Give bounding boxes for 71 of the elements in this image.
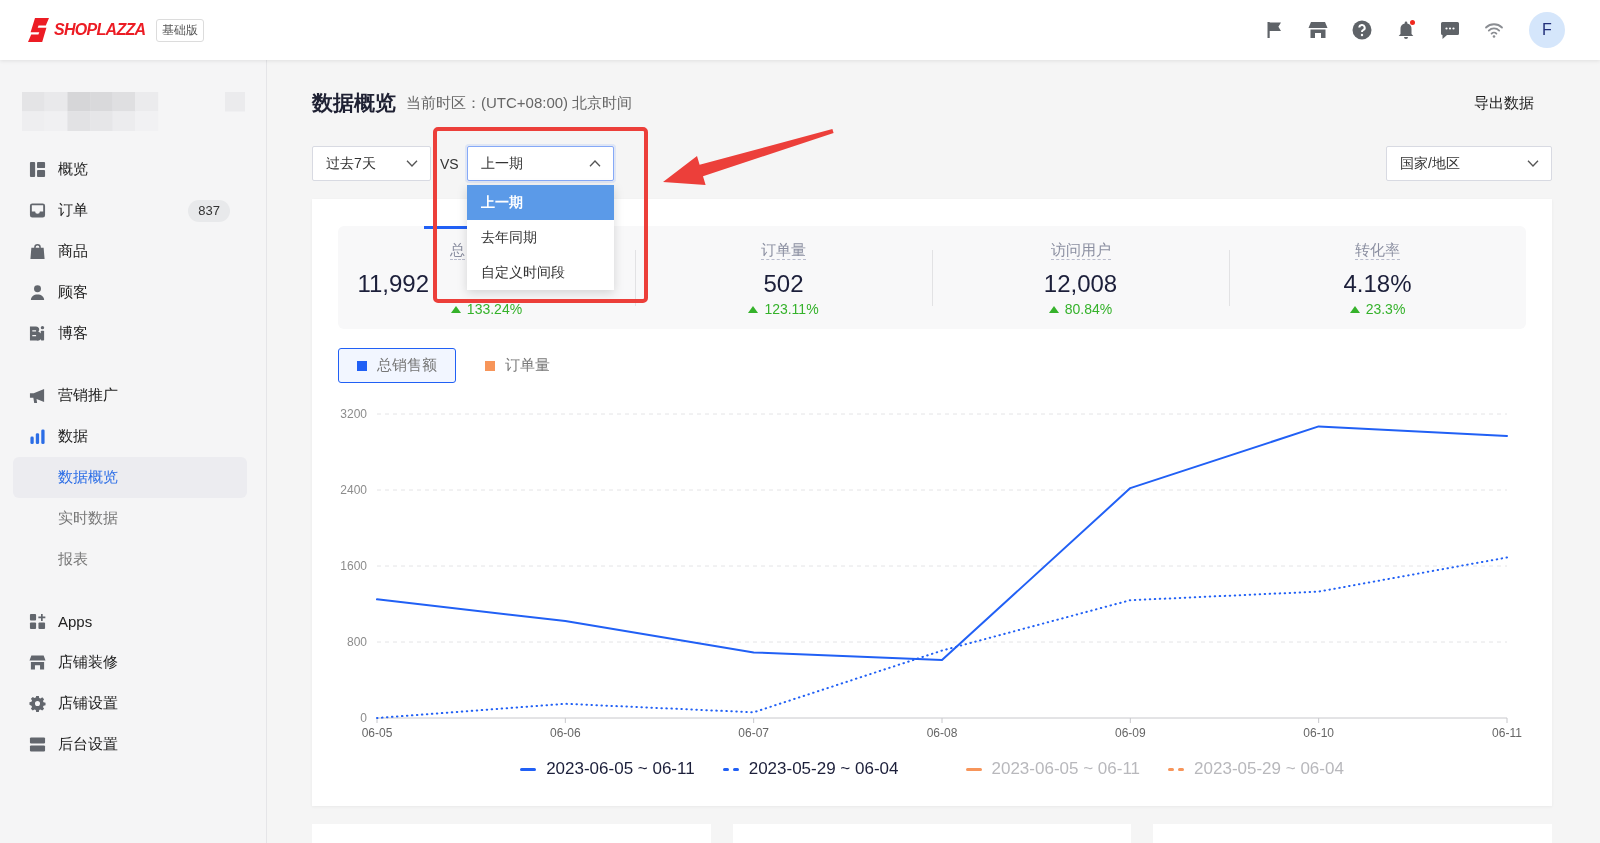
gear-icon	[29, 695, 46, 712]
nav-item[interactable]: Apps	[0, 601, 248, 642]
axis-label: 800	[346, 635, 367, 649]
nav-item[interactable]: 订单 837	[0, 190, 248, 231]
nav-subitem[interactable]: 报表	[13, 539, 247, 580]
nav-subitem[interactable]: 实时数据	[13, 498, 247, 539]
nav-item[interactable]: 店铺设置	[0, 683, 248, 724]
axis-label: 1600	[340, 559, 367, 573]
apps-icon	[29, 613, 46, 630]
legend-item[interactable]: 2023-06-05 ~ 06-11	[520, 759, 695, 779]
nav-item[interactable]: 店铺装修	[0, 642, 248, 683]
axis-label: 06-09	[1115, 726, 1146, 740]
axis-label: 06-05	[361, 726, 393, 740]
nav-item[interactable]: 商品	[0, 231, 248, 272]
store-icon[interactable]	[1308, 20, 1328, 40]
bar-chart-icon	[29, 428, 46, 445]
chevron-up-icon	[588, 160, 601, 167]
wifi-icon[interactable]	[1484, 20, 1504, 40]
axis-label: 06-10	[1303, 726, 1334, 740]
nav-item[interactable]: 营销推广	[0, 375, 248, 416]
export-button[interactable]: 导出数据	[1474, 93, 1534, 113]
blog-icon	[29, 325, 46, 342]
axis-label: 06-11	[1492, 726, 1522, 740]
vs-label: VS	[440, 155, 459, 172]
page-title: 数据概览	[312, 90, 396, 116]
count-badge: 837	[188, 199, 230, 222]
chat-icon[interactable]	[1440, 20, 1460, 40]
stat-change: 133.24%	[450, 300, 523, 318]
megaphone-icon	[29, 387, 46, 404]
axis-label: 06-06	[550, 726, 581, 740]
metric-toggle[interactable]: 订单量	[466, 348, 569, 383]
chevron-down-icon	[1527, 160, 1539, 167]
timezone-text: 当前时区：(UTC+08:00) 北京时间	[406, 93, 633, 113]
stat-value: 4.18%	[1343, 270, 1412, 298]
axis-label: 0	[360, 711, 367, 725]
nav-subitem[interactable]: 数据概览	[13, 457, 247, 498]
region-select[interactable]: 国家/地区	[1386, 146, 1552, 181]
bell-icon[interactable]	[1396, 20, 1416, 40]
brand-name: SHOPLAZZA	[54, 21, 146, 39]
period-select[interactable]: 过去7天	[312, 146, 431, 181]
axis-label: 3200	[340, 407, 367, 421]
stat-change: 23.3%	[1349, 300, 1406, 318]
person-icon	[29, 284, 46, 301]
dropdown-option[interactable]: 去年同期	[466, 220, 614, 255]
legend-item[interactable]: 2023-05-29 ~ 06-04	[722, 759, 899, 779]
compare-select[interactable]: 上一期	[466, 146, 614, 181]
axis-label: 06-08	[926, 726, 958, 740]
help-icon[interactable]	[1352, 20, 1372, 40]
stat-value: 11,992	[357, 270, 429, 298]
logo-icon	[27, 17, 50, 43]
chevron-down-icon	[406, 160, 418, 167]
stat-value: 502	[763, 270, 804, 298]
server-icon	[29, 736, 46, 753]
store-icon	[29, 654, 46, 671]
nav-item[interactable]: 后台设置	[0, 724, 248, 765]
stat-change: 123.11%	[748, 300, 819, 318]
axis-label: 2400	[340, 483, 367, 497]
user-avatar[interactable]: F	[1529, 12, 1565, 48]
inbox-icon	[29, 202, 46, 219]
shopping-bag-icon	[29, 243, 46, 260]
stat-value: 12,008	[1043, 270, 1118, 298]
plan-badge: 基础版	[156, 18, 205, 42]
layout-icon	[29, 161, 46, 178]
dropdown-option[interactable]: 自定义时间段	[466, 255, 614, 290]
nav-item[interactable]: 概览	[0, 149, 248, 190]
metric-toggle[interactable]: 总销售额	[338, 348, 456, 383]
nav-item[interactable]: 顾客	[0, 272, 248, 313]
axis-label: 06-07	[738, 726, 769, 740]
nav-item[interactable]: 数据	[0, 416, 248, 457]
nav-item[interactable]: 博客	[0, 313, 248, 354]
stat-change: 80.84%	[1048, 300, 1113, 318]
